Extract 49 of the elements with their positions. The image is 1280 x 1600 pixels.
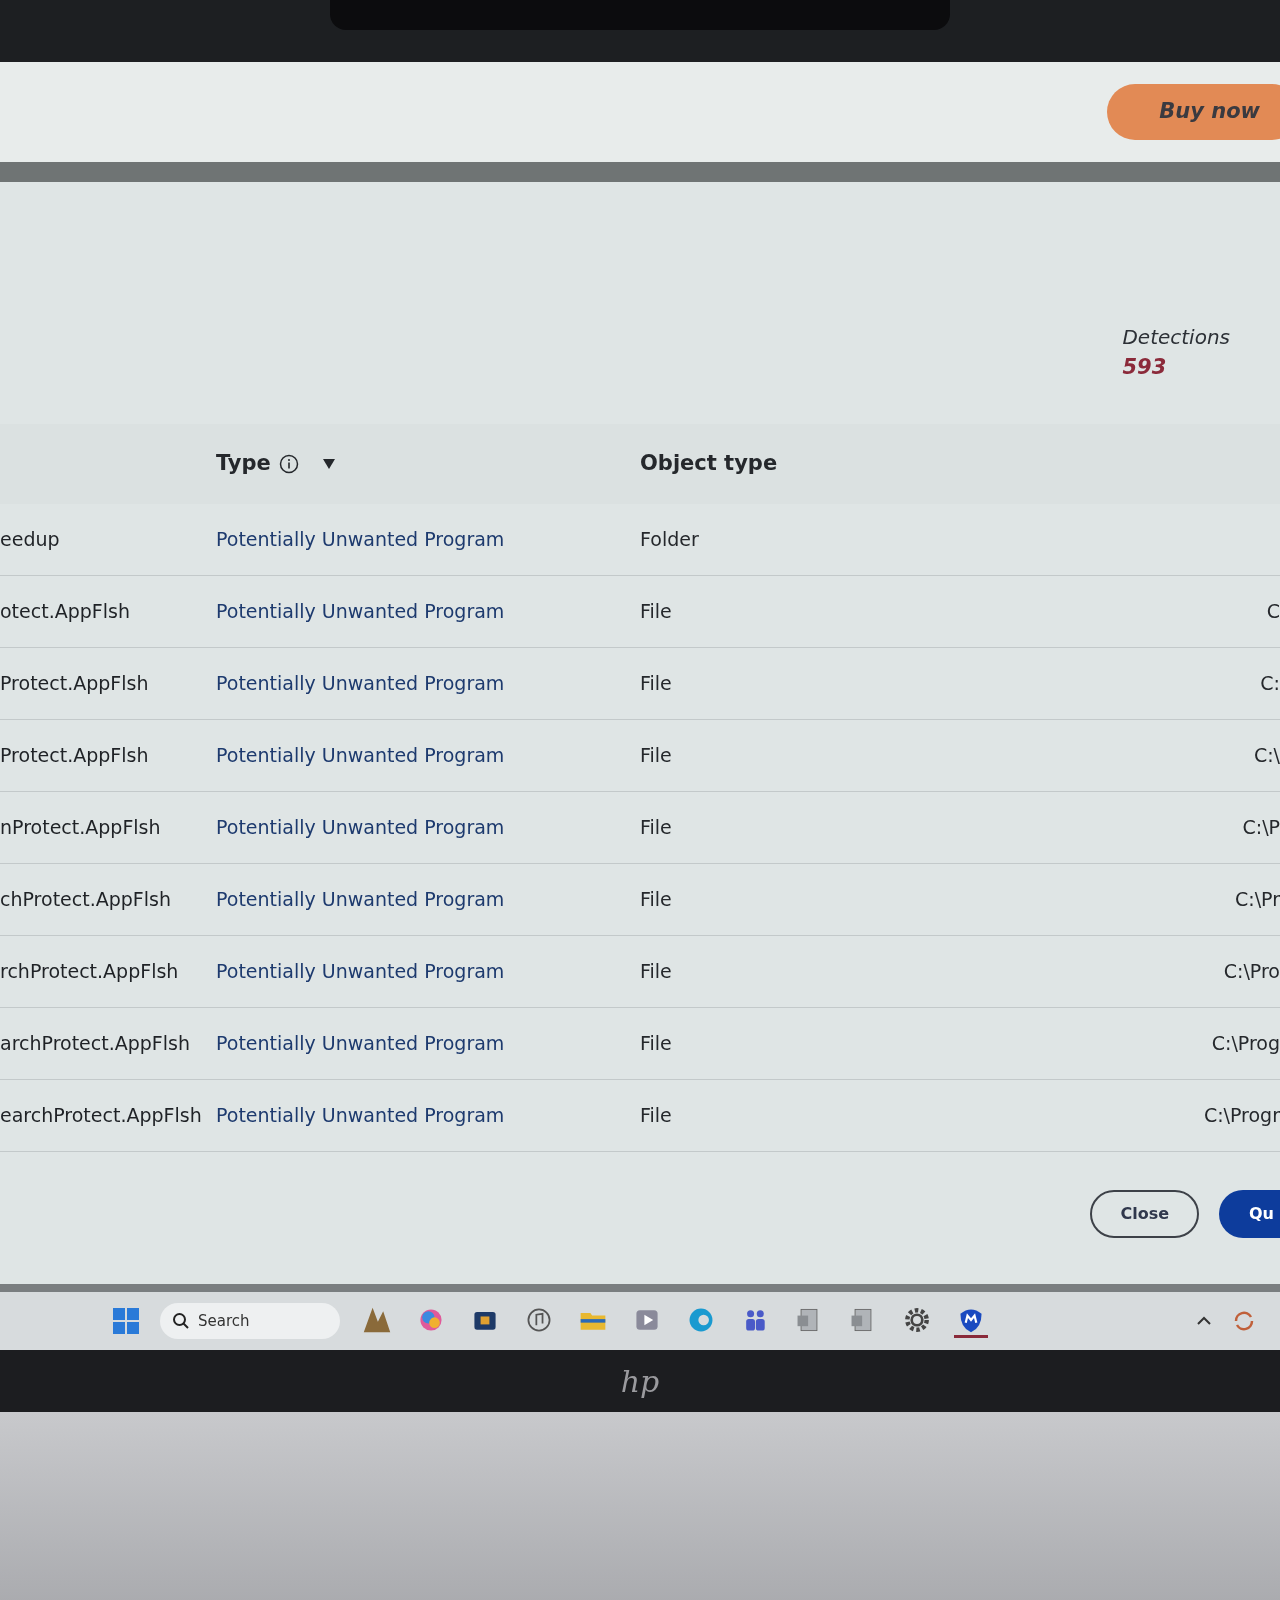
close-button[interactable]: Close — [1090, 1189, 1199, 1238]
table-cell-text: rchProtect.AppFlsh — [0, 958, 180, 984]
table-cell: Potentially Unwanted Program — [216, 959, 505, 982]
windows-icon[interactable] — [112, 1307, 140, 1335]
table-cell-text: earchProtect.AppFlsh — [0, 1102, 200, 1128]
table-cell-text: C — [1266, 598, 1280, 624]
table-cell: Potentially Unwanted Program — [216, 1103, 505, 1126]
table-cell-text: eedup — [0, 526, 61, 552]
table-cell-text: chProtect.AppFlsh — [0, 886, 172, 912]
chevron-up-icon[interactable] — [1196, 1316, 1212, 1326]
table-cell: Folder — [640, 527, 699, 550]
table-cell: Potentially Unwanted Program — [216, 527, 505, 550]
table-cell-text: Protect.AppFlsh — [0, 742, 150, 768]
table-cell-text: C:\Pro — [1223, 958, 1280, 984]
table-cell: Potentially Unwanted Program — [216, 1031, 505, 1054]
info-icon[interactable] — [278, 453, 299, 474]
sort-arrow-icon[interactable] — [322, 458, 335, 469]
table-cell-text: C:\Progr — [1203, 1102, 1280, 1128]
table-cell: Potentially Unwanted Program — [216, 671, 505, 694]
table-cell: File — [640, 815, 672, 838]
table-cell: Potentially Unwanted Program — [216, 887, 505, 910]
table-cell: File — [640, 887, 672, 910]
detections-label: Detections — [1122, 324, 1230, 351]
table-cell: File — [640, 959, 672, 982]
table-cell-text: C:\P — [1242, 814, 1280, 840]
table-cell: File — [640, 671, 672, 694]
table-cell-text: C:\Pr — [1235, 886, 1280, 912]
table-cell-text: Protect.AppFlsh — [0, 670, 150, 696]
table-cell-text: C: — [1260, 670, 1280, 696]
column-header[interactable]: Object type — [640, 450, 778, 475]
table-cell: Potentially Unwanted Program — [216, 599, 505, 622]
table-cell-text: C:\Prog — [1211, 1030, 1280, 1056]
table-cell: File — [640, 1103, 672, 1126]
primary-button[interactable]: Qu — [1219, 1189, 1280, 1238]
table-cell: Potentially Unwanted Program — [216, 815, 505, 838]
detections-count: 593 — [1122, 354, 1168, 381]
table-cell: Potentially Unwanted Program — [216, 743, 505, 766]
table-cell: File — [640, 599, 672, 622]
table-cell-text: nProtect.AppFlsh — [0, 814, 162, 840]
table-cell-text: C:\ — [1253, 742, 1280, 768]
table-cell-text: archProtect.AppFlsh — [0, 1030, 191, 1056]
laptop-logo: hp — [620, 1362, 660, 1401]
sync-icon[interactable] — [1232, 1309, 1256, 1333]
table-cell: File — [640, 1031, 672, 1054]
search-field[interactable]: Search — [160, 1303, 340, 1339]
table-cell-text: otect.AppFlsh — [0, 598, 131, 624]
buy-now-button[interactable]: Buy now — [1107, 84, 1280, 140]
table-cell: File — [640, 743, 672, 766]
column-header[interactable]: Type — [216, 447, 271, 480]
